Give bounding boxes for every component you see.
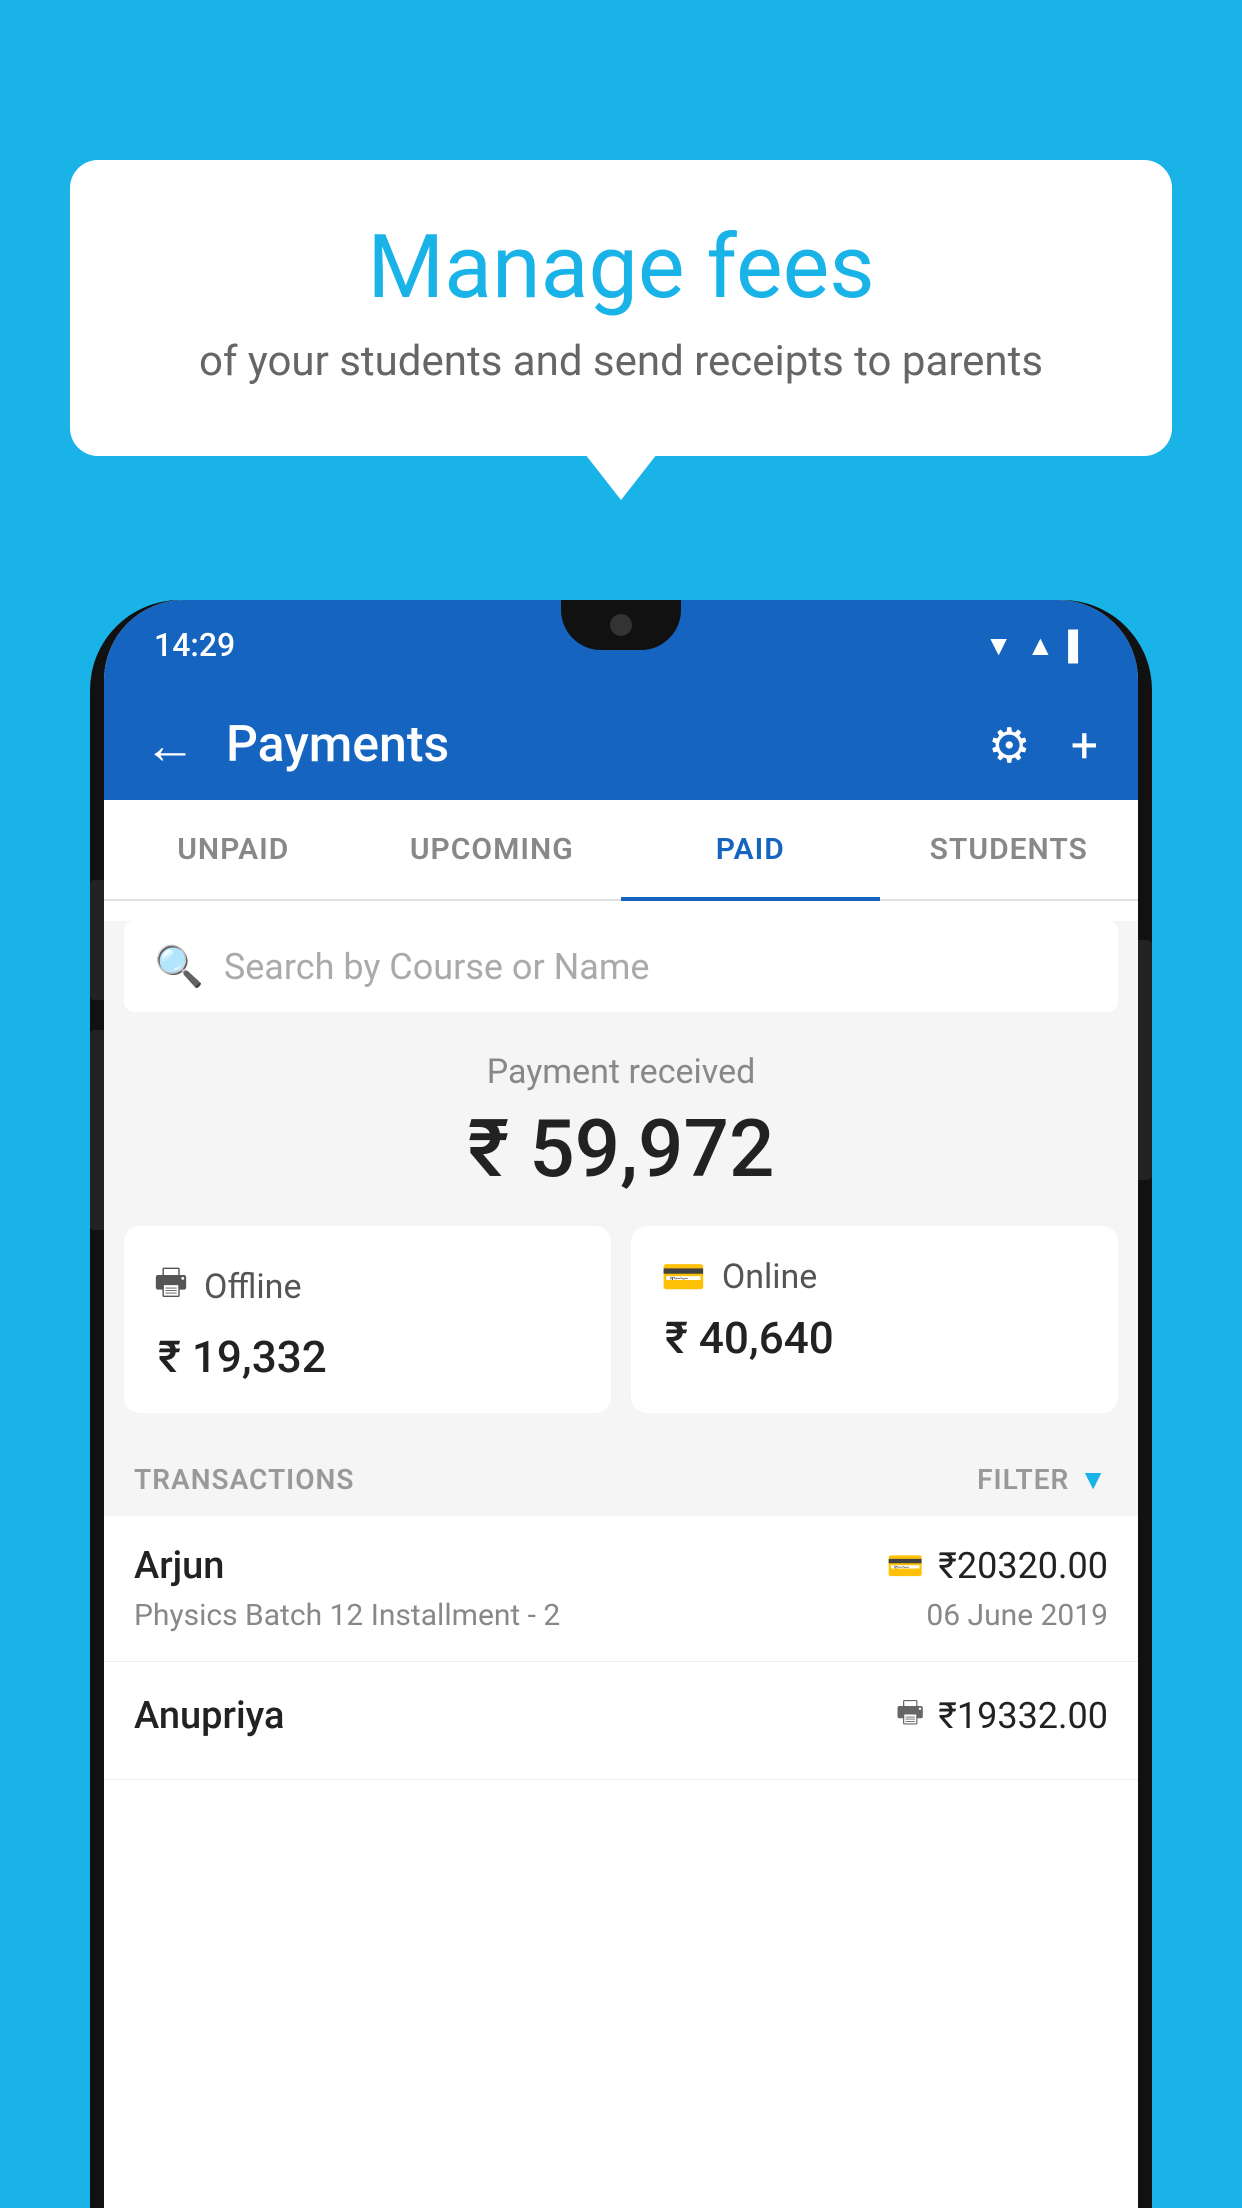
transactions-label: TRANSACTIONS — [134, 1463, 354, 1496]
transaction-description: Physics Batch 12 Installment - 2 — [134, 1598, 560, 1633]
app-title: Payments — [226, 716, 988, 774]
transaction-row-top: Arjun 💳 ₹20320.00 — [134, 1544, 1108, 1588]
phone-side-button-1 — [90, 880, 104, 1000]
tab-students[interactable]: STUDENTS — [880, 800, 1139, 899]
online-card-header: 💳 Online — [661, 1256, 1088, 1298]
online-label: Online — [722, 1257, 818, 1297]
payment-summary: Payment received ₹ 59,972 — [104, 1012, 1138, 1226]
wifi-icon: ▼ — [985, 629, 1013, 662]
phone-screen: 14:29 ▼ ▲ ▌ ← Payments ⚙ + UNPAID — [104, 600, 1138, 2208]
transaction-row[interactable]: Arjun 💳 ₹20320.00 Physics Batch 12 Insta… — [104, 1516, 1138, 1662]
transaction-name: Arjun — [134, 1544, 224, 1588]
transaction-payment-icon: 💳 — [887, 1549, 924, 1584]
tab-upcoming[interactable]: UPCOMING — [363, 800, 622, 899]
battery-icon: ▌ — [1068, 629, 1088, 662]
back-button[interactable]: ← — [144, 715, 196, 776]
signal-icon: ▲ — [1026, 629, 1054, 662]
transaction-amount-wrapper: 🖶 ₹19332.00 — [896, 1690, 1108, 1741]
transaction-amount: ₹20320.00 — [938, 1545, 1108, 1587]
app-content: 🔍 Search by Course or Name Payment recei… — [104, 921, 1138, 1780]
status-icons: ▼ ▲ ▌ — [985, 629, 1088, 662]
search-bar[interactable]: 🔍 Search by Course or Name — [124, 921, 1118, 1012]
transaction-name: Anupriya — [134, 1694, 284, 1738]
phone-power-button — [1138, 940, 1152, 1180]
add-button[interactable]: + — [1071, 717, 1098, 774]
transaction-amount-wrapper: 💳 ₹20320.00 — [887, 1545, 1108, 1587]
transaction-row-top: Anupriya 🖶 ₹19332.00 — [134, 1690, 1108, 1741]
transactions-header: TRANSACTIONS FILTER ▼ — [104, 1443, 1138, 1516]
transaction-amount: ₹19332.00 — [938, 1695, 1108, 1737]
payment-cards: 🖶 Offline ₹ 19,332 💳 Online ₹ 40,640 — [104, 1226, 1138, 1443]
tab-bar: UNPAID UPCOMING PAID STUDENTS — [104, 800, 1138, 901]
filter-text: FILTER — [977, 1463, 1069, 1496]
bubble-subtitle: of your students and send receipts to pa… — [150, 337, 1092, 386]
phone-side-button-2 — [90, 1030, 104, 1230]
speech-bubble: Manage fees of your students and send re… — [70, 160, 1172, 456]
phone-notch — [561, 600, 681, 650]
filter-button[interactable]: FILTER ▼ — [977, 1463, 1108, 1496]
transaction-row[interactable]: Anupriya 🖶 ₹19332.00 — [104, 1662, 1138, 1780]
bubble-title: Manage fees — [150, 220, 1092, 317]
tab-unpaid[interactable]: UNPAID — [104, 800, 363, 899]
offline-payment-card: 🖶 Offline ₹ 19,332 — [124, 1226, 611, 1413]
app-bar-actions: ⚙ + — [988, 717, 1098, 774]
transaction-row-bottom: Physics Batch 12 Installment - 2 06 June… — [134, 1598, 1108, 1633]
transaction-date: 06 June 2019 — [926, 1598, 1108, 1633]
settings-button[interactable]: ⚙ — [988, 717, 1031, 774]
filter-icon: ▼ — [1079, 1463, 1108, 1496]
transaction-payment-icon: 🖶 — [896, 1690, 924, 1741]
online-amount: ₹ 40,640 — [661, 1312, 1088, 1364]
search-icon: 🔍 — [154, 943, 204, 990]
status-time: 14:29 — [154, 626, 235, 664]
app-bar: ← Payments ⚙ + — [104, 690, 1138, 800]
offline-icon: 🖶 — [154, 1256, 188, 1317]
tab-paid[interactable]: PAID — [621, 800, 880, 899]
phone-frame: 14:29 ▼ ▲ ▌ ← Payments ⚙ + UNPAID — [90, 600, 1152, 2208]
payment-label: Payment received — [124, 1052, 1118, 1092]
online-icon: 💳 — [661, 1256, 706, 1298]
speech-bubble-container: Manage fees of your students and send re… — [70, 160, 1172, 456]
camera — [610, 614, 632, 636]
search-placeholder: Search by Course or Name — [224, 946, 650, 988]
online-payment-card: 💳 Online ₹ 40,640 — [631, 1226, 1118, 1413]
payment-amount: ₹ 59,972 — [124, 1102, 1118, 1196]
offline-card-header: 🖶 Offline — [154, 1256, 581, 1317]
offline-amount: ₹ 19,332 — [154, 1331, 581, 1383]
offline-label: Offline — [204, 1267, 301, 1307]
status-bar: 14:29 ▼ ▲ ▌ — [104, 600, 1138, 690]
